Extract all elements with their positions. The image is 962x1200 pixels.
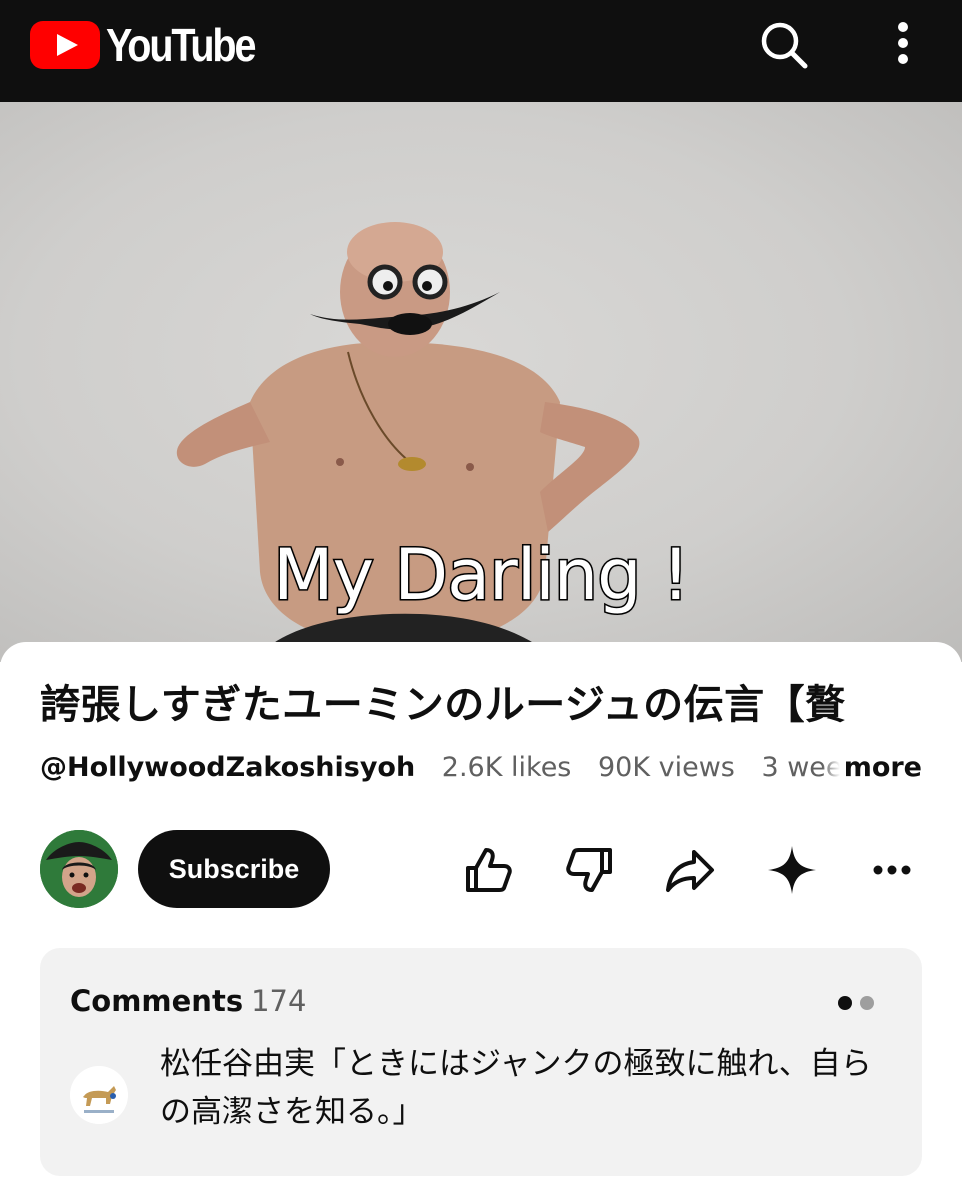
thumbs-down-icon[interactable]	[560, 840, 620, 900]
video-caption: My Darling !	[272, 533, 692, 618]
thumbs-up-icon[interactable]	[458, 840, 518, 900]
comments-panel[interactable]: Comments 174 松任谷由実「ときにはジャンクの極致に触れ、自らの高潔さを…	[40, 948, 922, 1176]
subscribe-button[interactable]: Subscribe	[138, 830, 330, 908]
video-player[interactable]: My Darling !	[0, 102, 962, 662]
more-link[interactable]: more	[821, 752, 922, 783]
action-row: Subscribe	[0, 828, 962, 912]
comment-preview-text: 松任谷由実「ときにはジャンクの極致に触れ、自らの高潔さを知る。」	[160, 1046, 872, 1130]
comments-pager	[838, 996, 874, 1010]
top-app-bar: YouTube	[0, 0, 962, 102]
comments-count: 174	[251, 984, 307, 1018]
pager-dot-active	[838, 996, 852, 1010]
more-horizontal-icon[interactable]	[862, 840, 922, 900]
channel-avatar[interactable]	[40, 830, 118, 908]
comments-header: Comments 174	[70, 984, 306, 1018]
video-title[interactable]: 誇張しすぎたユーミンのルージュの伝言【贅	[40, 672, 930, 730]
video-details-sheet: 誇張しすぎたユーミンのルージュの伝言【贅 @HollywoodZakoshisy…	[0, 642, 962, 1200]
commenter-avatar[interactable]	[70, 1066, 128, 1124]
more-vertical-icon[interactable]	[876, 18, 930, 72]
logo-text: YouTube	[106, 19, 256, 71]
comments-label: Comments	[70, 984, 244, 1018]
play-logo-icon	[30, 21, 100, 69]
pager-dot	[860, 996, 874, 1010]
share-icon[interactable]	[660, 840, 720, 900]
youtube-logo[interactable]: YouTube	[30, 19, 278, 71]
video-meta-row[interactable]: @HollywoodZakoshisyoh 2.6K likes 90K vie…	[40, 752, 922, 792]
channel-handle[interactable]: @HollywoodZakoshisyoh	[40, 752, 415, 783]
view-count: 90K views	[597, 752, 735, 783]
search-icon[interactable]	[757, 18, 811, 72]
like-count: 2.6K likes	[441, 752, 572, 783]
sparkle-icon[interactable]	[762, 840, 822, 900]
